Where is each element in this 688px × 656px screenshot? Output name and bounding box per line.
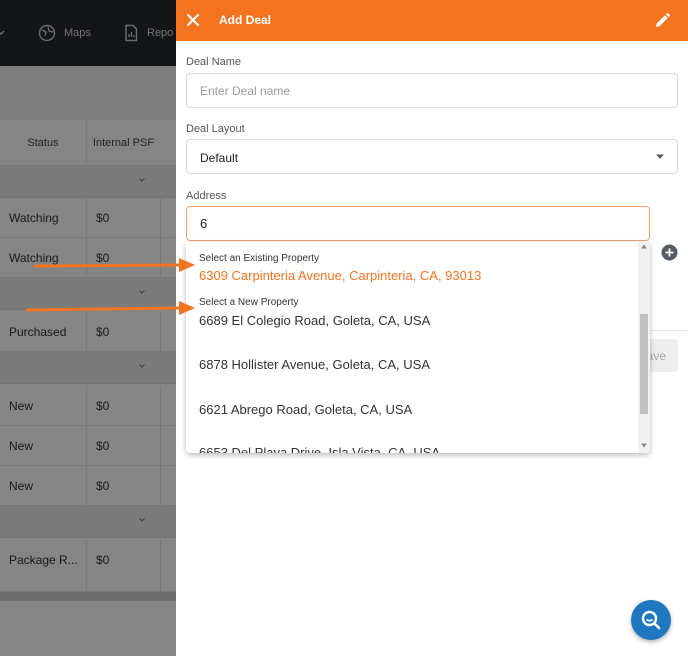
address-field[interactable] xyxy=(186,206,650,241)
scroll-down-icon[interactable] xyxy=(641,443,647,448)
deal-name-label: Deal Name xyxy=(186,56,242,68)
deal-layout-label: Deal Layout xyxy=(186,123,245,135)
pencil-icon[interactable] xyxy=(653,12,671,30)
deal-layout-value: Default xyxy=(200,151,239,165)
address-suggestions-dropdown: Select an Existing Property 6309 Carpint… xyxy=(186,242,650,453)
new-property-option[interactable]: 6621 Abrego Road, Goleta, CA, USA xyxy=(199,402,412,417)
add-deal-drawer: Add Deal Deal Name Deal Layout Default A… xyxy=(176,0,688,656)
chat-search-button[interactable] xyxy=(631,600,671,640)
divider xyxy=(650,330,688,331)
existing-property-heading: Select an Existing Property xyxy=(199,253,320,264)
search-icon xyxy=(641,610,661,630)
address-input[interactable] xyxy=(187,207,649,240)
close-icon[interactable] xyxy=(186,13,200,27)
caret-down-icon xyxy=(656,154,664,159)
address-label: Address xyxy=(186,190,227,202)
add-circle-icon[interactable] xyxy=(661,244,678,261)
scroll-up-icon[interactable] xyxy=(641,244,647,249)
deal-name-field[interactable] xyxy=(186,73,678,108)
existing-property-option[interactable]: 6309 Carpinteria Avenue, Carpinteria, CA… xyxy=(199,268,481,283)
drawer-header: Add Deal xyxy=(176,0,688,41)
drawer-title: Add Deal xyxy=(219,13,272,27)
new-property-heading: Select a New Property xyxy=(199,297,299,308)
new-property-option[interactable]: 6878 Hollister Avenue, Goleta, CA, USA xyxy=(199,357,430,372)
scrollbar-thumb[interactable] xyxy=(640,314,648,414)
deal-layout-select[interactable]: Default xyxy=(186,139,678,174)
new-property-option[interactable]: 6689 El Colegio Road, Goleta, CA, USA xyxy=(199,313,430,328)
dropdown-scrollbar[interactable] xyxy=(638,242,650,453)
new-property-option[interactable]: 6653 Del Playa Drive, Isla Vista, CA, US… xyxy=(199,445,440,453)
deal-name-input[interactable] xyxy=(187,74,677,107)
